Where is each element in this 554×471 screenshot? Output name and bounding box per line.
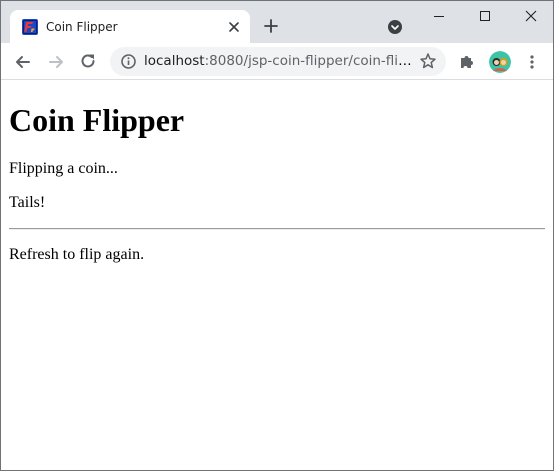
info-icon[interactable] <box>120 53 137 70</box>
arrow-left-icon[interactable] <box>14 53 32 71</box>
address-bar[interactable]: localhost:8080/jsp-coin-flipper/coin-fli… <box>110 47 446 76</box>
tab-close-icon[interactable] <box>227 20 241 34</box>
star-icon[interactable] <box>419 52 437 70</box>
page-content: Coin Flipper Flipping a coin... Tails! R… <box>1 81 553 470</box>
close-icon[interactable] <box>524 9 538 23</box>
profile-avatar-icon <box>489 51 511 73</box>
puzzle-icon[interactable] <box>458 53 476 71</box>
browser-toolbar: localhost:8080/jsp-coin-flipper/coin-fli… <box>1 43 553 80</box>
url-path: :8080/jsp-coin-flipper/coin-flipp... <box>204 53 412 69</box>
tab-search-icon[interactable] <box>387 19 403 35</box>
tab-strip: Coin Flipper <box>1 1 553 43</box>
plus-icon[interactable] <box>263 18 279 34</box>
hint-text: Refresh to flip again. <box>9 246 145 263</box>
tab-title: Coin Flipper <box>46 20 118 34</box>
coin-flipper-favicon <box>22 19 38 35</box>
result-text: Tails! <box>9 194 46 211</box>
browser-window: Coin Flipper localhost:8080/jsp-coin-fli… <box>0 0 554 471</box>
minimize-icon[interactable] <box>432 9 446 23</box>
page-title: Coin Flipper <box>9 102 185 138</box>
divider <box>9 228 545 230</box>
arrow-right-icon[interactable] <box>47 53 65 71</box>
avatar[interactable] <box>489 51 511 73</box>
kebab-menu-icon[interactable] <box>523 53 541 71</box>
maximize-icon[interactable] <box>478 9 492 23</box>
url-host: localhost <box>144 53 205 69</box>
tab-coin-flipper[interactable]: Coin Flipper <box>10 10 250 43</box>
status-text: Flipping a coin... <box>9 160 118 177</box>
url-text[interactable]: localhost:8080/jsp-coin-flipper/coin-fli… <box>144 53 412 70</box>
reload-icon[interactable] <box>79 52 97 70</box>
